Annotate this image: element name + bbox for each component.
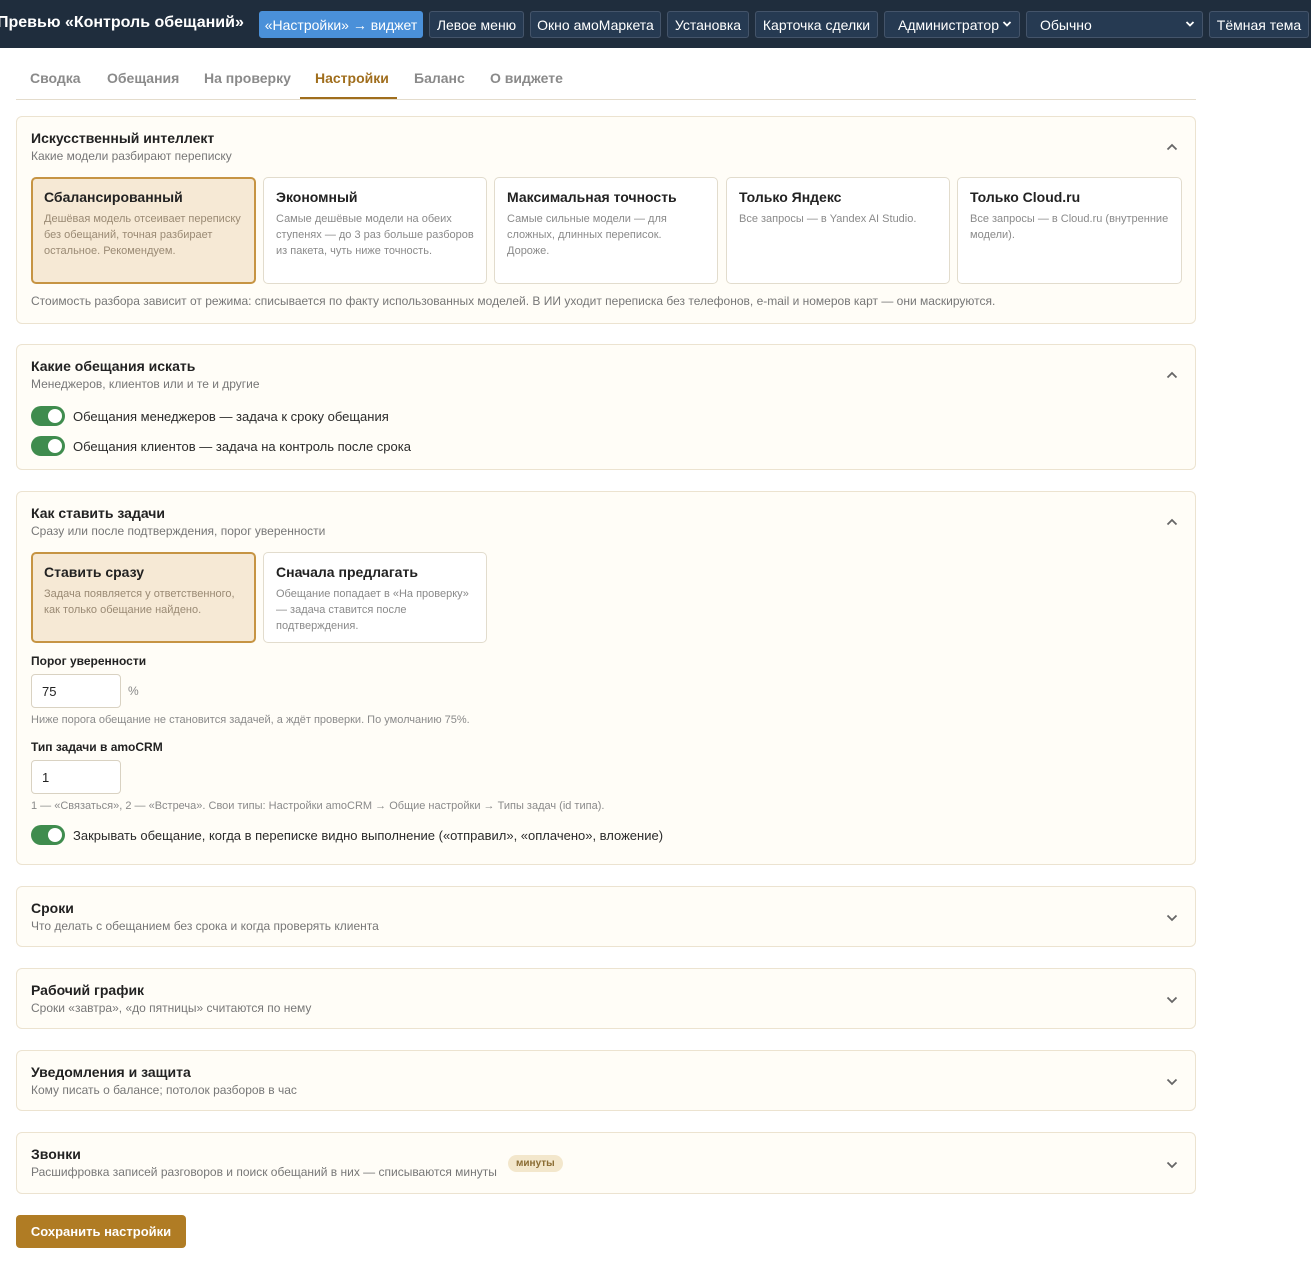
threshold-unit: %	[128, 684, 139, 698]
toggle-label: Обещания клиентов — задача на контроль п…	[73, 438, 411, 454]
task-mode-suggest-first[interactable]: Сначала предлагать Обещание попадает в «…	[263, 552, 487, 643]
section-deadlines[interactable]: Сроки Что делать с обещанием без срока и…	[16, 886, 1196, 947]
threshold-note: Ниже порога обещание не становится задач…	[31, 714, 470, 726]
app-title: Превью «Контроль обещаний»	[0, 14, 244, 31]
section-title: Искусственный интеллект	[31, 130, 215, 146]
section-subtitle: Сроки «завтра», «до пятницы» считаются п…	[31, 1001, 312, 1015]
card-description: Самые сильные модели — для сложных, длин…	[507, 213, 667, 257]
section-title: Сроки	[31, 900, 74, 916]
card-description: Обещание попадает в «На проверку» — зада…	[276, 588, 469, 632]
settings-tabs: Сводка Обещания На проверку Настройки Ба…	[16, 56, 1196, 100]
task-type-note: 1 — «Связаться», 2 — «Встреча». Свои тип…	[31, 800, 605, 812]
mode-select[interactable]: Обычно	[1026, 11, 1203, 38]
toggle-label: Закрывать обещание, когда в переписке ви…	[73, 827, 664, 843]
section-title: Рабочий график	[31, 982, 145, 998]
section-subtitle: Сразу или после подтверждения, порог уве…	[31, 524, 326, 538]
card-description: Все запросы — в Yandex AI Studio.	[739, 213, 917, 225]
tab-promises[interactable]: Обещания	[107, 70, 179, 86]
toggle-label: Обещания менеджеров — задача к сроку обе…	[73, 408, 389, 424]
threshold-input[interactable]	[31, 674, 121, 708]
ai-mode-cloudru-only[interactable]: Только Cloud.ru Все запросы — в Cloud.ru…	[957, 177, 1182, 284]
dark-theme-button[interactable]: Тёмная тема	[1209, 11, 1309, 38]
section-subtitle: Какие модели разбирают переписку	[31, 149, 232, 163]
chevron-down-icon	[1002, 21, 1012, 27]
section-tasks: Как ставить задачи Сразу или после подтв…	[16, 491, 1196, 865]
save-settings-button[interactable]: Сохранить настройки	[16, 1215, 186, 1248]
ai-mode-yandex-only[interactable]: Только Яндекс Все запросы — в Yandex AI …	[726, 177, 950, 284]
section-notifications[interactable]: Уведомления и защита Кому писать о балан…	[16, 1050, 1196, 1111]
tab-balance[interactable]: Баланс	[414, 70, 465, 86]
role-select[interactable]: Администратор	[884, 11, 1020, 38]
role-select-value: Администратор	[898, 16, 1000, 33]
preview-settings-widget-button[interactable]: «Настройки» → виджет	[259, 11, 423, 38]
section-calls[interactable]: Звонки Расшифровка записей разговоров и …	[16, 1132, 1196, 1194]
preview-amomarket-window-button[interactable]: Окно амоМаркета	[530, 11, 661, 38]
toggle-manager-promises[interactable]: Обещания менеджеров — задача к сроку обе…	[31, 406, 389, 426]
ai-mode-balanced[interactable]: Сбалансированный Дешёвая модель отсеивае…	[31, 177, 256, 284]
chevron-down-icon[interactable]	[1165, 911, 1179, 925]
section-title: Как ставить задачи	[31, 505, 166, 521]
minutes-badge: минуты	[508, 1155, 563, 1172]
section-subtitle: Менеджеров, клиентов или и те и другие	[31, 377, 260, 391]
card-description: Самые дешёвые модели на обеих ступенях —…	[276, 213, 474, 257]
card-title: Ставить сразу	[44, 564, 145, 580]
card-title: Сбалансированный	[44, 189, 183, 205]
card-description: Все запросы — в Cloud.ru (внутренние мод…	[970, 213, 1169, 241]
toggle-client-promises[interactable]: Обещания клиентов — задача на контроль п…	[31, 436, 411, 456]
top-bar: Превью «Контроль обещаний» «Настройки» →…	[0, 0, 1311, 48]
section-title: Уведомления и защита	[31, 1064, 191, 1080]
chevron-up-icon[interactable]	[1165, 140, 1179, 154]
section-work-schedule[interactable]: Рабочий график Сроки «завтра», «до пятни…	[16, 968, 1196, 1029]
task-type-label: Тип задачи в amoCRM	[31, 740, 163, 754]
section-title: Какие обещания искать	[31, 358, 196, 374]
toggle-close-on-fulfillment[interactable]: Закрывать обещание, когда в переписке ви…	[31, 825, 663, 845]
tab-settings[interactable]: Настройки	[315, 70, 389, 86]
preview-left-menu-button[interactable]: Левое меню	[429, 11, 524, 38]
chevron-up-icon[interactable]	[1165, 515, 1179, 529]
tab-summary[interactable]: Сводка	[30, 70, 81, 86]
section-title: Звонки	[31, 1146, 81, 1162]
card-description: Дешёвая модель отсеивает переписку без о…	[44, 213, 241, 257]
threshold-label: Порог уверенности	[31, 654, 147, 668]
toggle-switch-on[interactable]	[31, 825, 65, 845]
card-description: Задача появляется у ответственного, как …	[44, 588, 235, 616]
toggle-switch-on[interactable]	[31, 406, 65, 426]
ai-mode-max-accuracy[interactable]: Максимальная точность Самые сильные моде…	[494, 177, 718, 284]
section-subtitle: Что делать с обещанием без срока и когда…	[31, 919, 379, 933]
preview-install-button[interactable]: Установка	[667, 11, 749, 38]
chevron-down-icon[interactable]	[1165, 1158, 1179, 1172]
chevron-down-icon	[1185, 21, 1195, 27]
tab-about[interactable]: О виджете	[490, 70, 563, 86]
section-subtitle: Расшифровка записей разговоров и поиск о…	[31, 1165, 497, 1179]
section-subtitle: Кому писать о балансе; потолок разборов …	[31, 1083, 297, 1097]
ai-mode-economy[interactable]: Экономный Самые дешёвые модели на обеих …	[263, 177, 487, 284]
active-tab-indicator	[300, 97, 397, 99]
card-title: Только Яндекс	[739, 189, 842, 205]
task-mode-immediate[interactable]: Ставить сразу Задача появляется у ответс…	[31, 552, 256, 643]
section-ai: Искусственный интеллект Какие модели раз…	[16, 116, 1196, 324]
preview-deal-card-button[interactable]: Карточка сделки	[755, 11, 878, 38]
task-type-input[interactable]	[31, 760, 121, 794]
ai-cost-note: Стоимость разбора зависит от режима: спи…	[31, 294, 996, 308]
card-title: Только Cloud.ru	[970, 189, 1081, 205]
chevron-down-icon[interactable]	[1165, 1075, 1179, 1089]
tab-review[interactable]: На проверку	[204, 70, 291, 86]
card-title: Максимальная точность	[507, 189, 677, 205]
mode-select-value: Обычно	[1040, 16, 1092, 33]
section-promises: Какие обещания искать Менеджеров, клиент…	[16, 344, 1196, 470]
chevron-down-icon[interactable]	[1165, 993, 1179, 1007]
toggle-switch-on[interactable]	[31, 436, 65, 456]
card-title: Экономный	[276, 189, 358, 205]
chevron-up-icon[interactable]	[1165, 368, 1179, 382]
card-title: Сначала предлагать	[276, 564, 418, 580]
